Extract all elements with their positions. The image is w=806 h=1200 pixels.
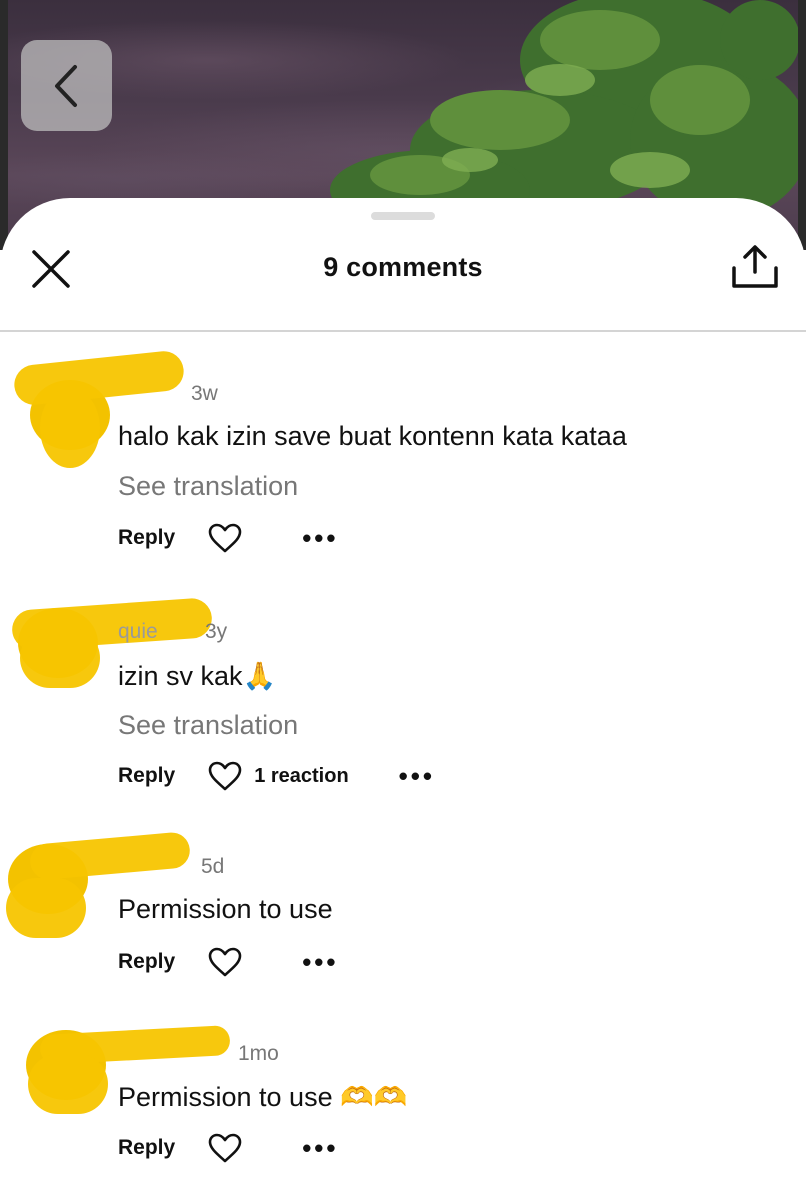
comments-sheet: 9 comments 3w halo kak izin save buat ko… bbox=[0, 198, 806, 1200]
heart-icon[interactable] bbox=[208, 761, 242, 791]
comment-time: 3w bbox=[191, 382, 218, 405]
reaction-count[interactable]: 1 reaction bbox=[254, 765, 348, 788]
more-options-button[interactable]: ••• bbox=[302, 1135, 338, 1161]
redaction-scribble bbox=[20, 628, 100, 688]
reply-button[interactable]: Reply bbox=[118, 950, 175, 974]
see-translation-link[interactable]: See translation bbox=[118, 471, 298, 502]
comment-time: 1mo bbox=[238, 1042, 279, 1065]
comment-text: halo kak izin save buat kontenn kata kat… bbox=[118, 421, 627, 451]
comment-actions: Reply ••• bbox=[118, 522, 339, 554]
heart-icon[interactable] bbox=[208, 523, 242, 553]
redaction-scribble bbox=[28, 1054, 108, 1114]
redaction-scribble bbox=[28, 831, 192, 881]
comment-text: izin sv kak🙏 bbox=[118, 661, 277, 691]
reply-button[interactable]: Reply bbox=[118, 1136, 175, 1160]
comment-item: 1mo Permission to use 🫶🫶 Reply ••• bbox=[0, 1024, 806, 1194]
comment-actions: Reply 1 reaction ••• bbox=[118, 760, 435, 792]
chevron-left-icon bbox=[54, 64, 77, 107]
comment-actions: Reply ••• bbox=[118, 946, 339, 978]
more-options-button[interactable]: ••• bbox=[399, 763, 435, 789]
redaction-scribble bbox=[6, 878, 86, 938]
comment-username[interactable]: quie bbox=[118, 620, 158, 644]
comment-item: quie 3y izin sv kak🙏 See translation Rep… bbox=[0, 597, 806, 808]
redaction-scribble bbox=[40, 388, 100, 468]
share-icon[interactable] bbox=[730, 244, 780, 290]
comment-item: 3w halo kak izin save buat kontenn kata … bbox=[0, 349, 806, 568]
reply-button[interactable]: Reply bbox=[118, 764, 175, 788]
comment-time: 3y bbox=[205, 620, 228, 643]
heart-icon[interactable] bbox=[208, 1133, 242, 1163]
header-divider bbox=[0, 330, 806, 332]
comment-actions: Reply ••• bbox=[118, 1132, 339, 1164]
more-options-button[interactable]: ••• bbox=[302, 525, 338, 551]
reply-button[interactable]: Reply bbox=[118, 526, 175, 550]
comments-count-title: 9 comments bbox=[323, 252, 483, 282]
more-options-button[interactable]: ••• bbox=[302, 949, 338, 975]
comment-time: 5d bbox=[201, 855, 225, 878]
back-button[interactable] bbox=[21, 40, 112, 131]
comment-item: 5d Permission to use Reply ••• bbox=[0, 831, 806, 998]
sheet-header: 9 comments bbox=[0, 198, 806, 332]
heart-icon[interactable] bbox=[208, 947, 242, 977]
see-translation-link[interactable]: See translation bbox=[118, 710, 298, 741]
comment-text: Permission to use 🫶🫶 bbox=[118, 1082, 408, 1112]
comment-text: Permission to use bbox=[118, 894, 333, 924]
